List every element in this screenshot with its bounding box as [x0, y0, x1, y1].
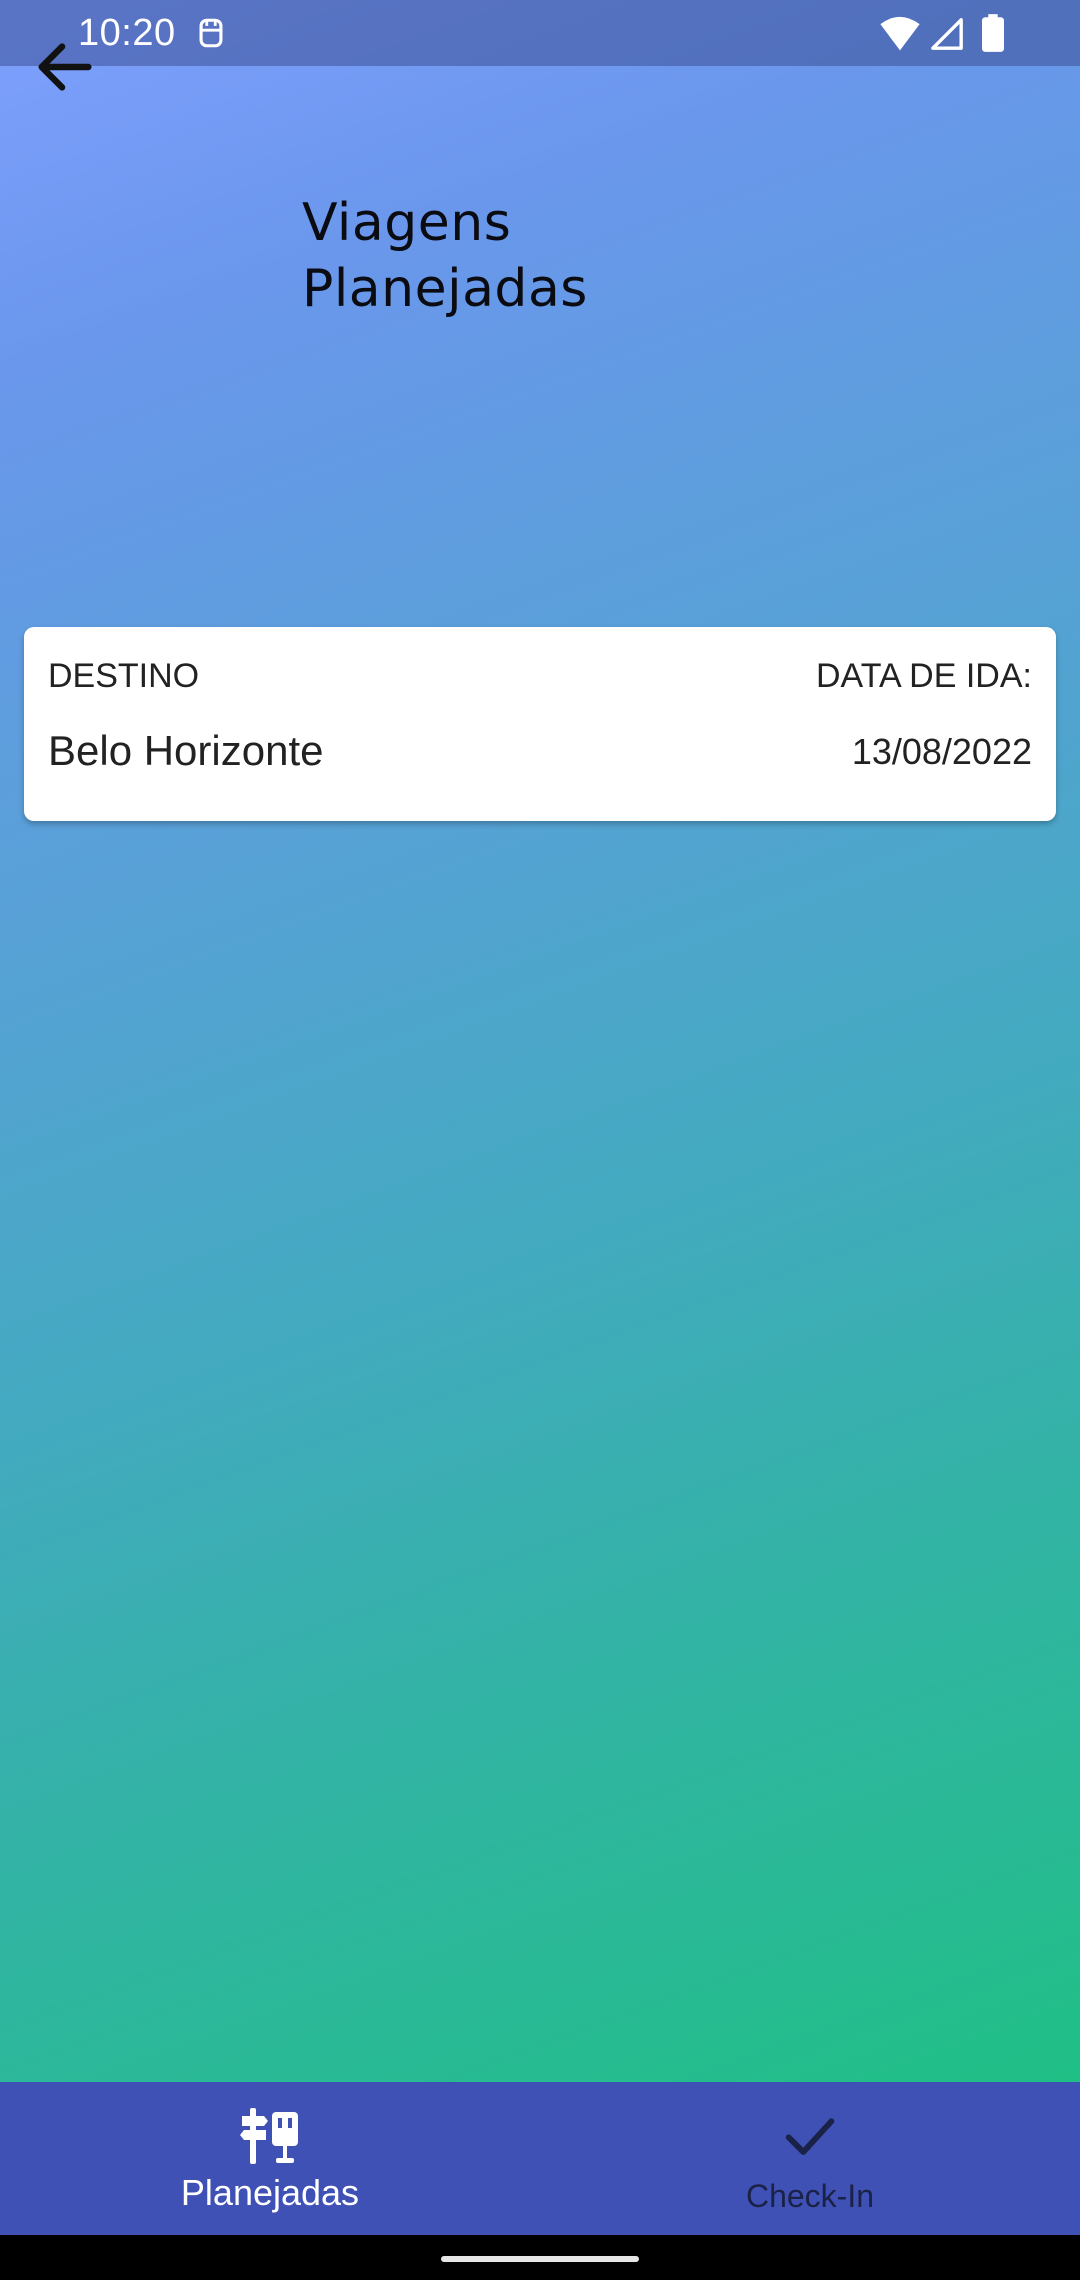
battery-icon: [982, 14, 1004, 52]
bottom-nav: Planejadas Check-In: [0, 2082, 1080, 2235]
nav-label-check-in: Check-In: [745, 2178, 875, 2214]
destination-value: Belo Horizonte: [48, 727, 324, 774]
nav-item-check-in[interactable]: Check-In: [540, 2082, 1080, 2235]
checkmark-icon: [785, 2118, 835, 2155]
destination-label: DESTINO: [48, 657, 200, 695]
notification-icon: [199, 18, 223, 48]
wifi-icon: [880, 16, 920, 51]
date-value: 13/08/2022: [851, 731, 1032, 772]
back-button[interactable]: [30, 32, 100, 102]
arrow-left-icon: [38, 43, 92, 91]
trip-card[interactable]: DESTINO DATA DE IDA: Belo Horizonte 13/0…: [24, 627, 1056, 821]
nav-label-planejadas: Planejadas: [180, 2172, 360, 2213]
date-label: DATA DE IDA:: [815, 657, 1032, 695]
page-title-line1: Viagens: [302, 193, 512, 253]
signal-icon: [931, 18, 963, 50]
nav-item-planejadas[interactable]: Planejadas: [0, 2082, 540, 2235]
signpost-luggage-icon: [240, 2108, 298, 2164]
page-title: Viagens Planejadas: [302, 190, 722, 322]
gesture-bar[interactable]: [441, 2256, 639, 2262]
status-bar: 10:20: [0, 0, 1080, 66]
screen: 10:20 Viagens Planejadas DESTINO DATA DE…: [0, 0, 1080, 2082]
page-title-line2: Planejadas: [302, 259, 588, 319]
